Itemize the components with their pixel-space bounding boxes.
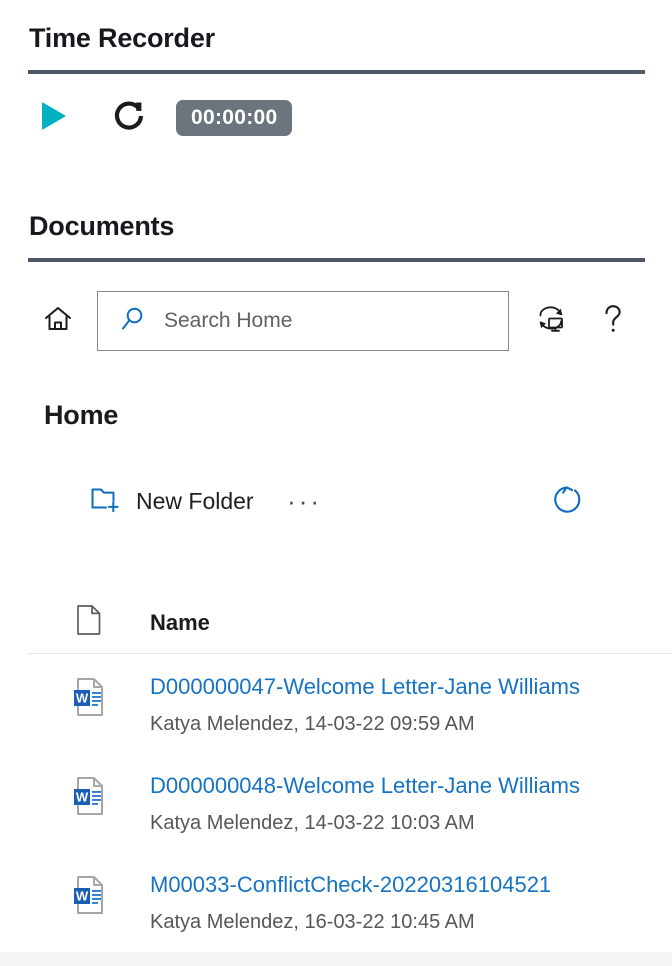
reset-icon [113, 98, 147, 139]
time-recorder-title: Time Recorder [29, 23, 215, 53]
file-list: W D000000047-Welcome Letter-Jane Williams… [28, 655, 672, 952]
app-root: Time Recorder 00:00:00 Documents Search … [0, 0, 672, 966]
word-document-icon: W [28, 853, 150, 915]
documents-toolbar [28, 285, 645, 357]
word-document-icon: W [28, 754, 150, 816]
search-input[interactable] [164, 309, 484, 333]
documents-divider [28, 258, 645, 262]
file-name-link[interactable]: D000000047-Welcome Letter-Jane Williams [150, 672, 580, 702]
play-icon [39, 100, 69, 137]
svg-text:W: W [76, 889, 89, 904]
column-header-name[interactable]: Name [150, 610, 210, 636]
command-bar: New Folder ··· [28, 475, 645, 527]
table-row[interactable]: W D000000047-Welcome Letter-Jane Williams… [28, 655, 672, 754]
file-meta: Katya Melendez, 16-03-22 10:45 AM [150, 911, 475, 933]
file-name-link[interactable]: D000000048-Welcome Letter-Jane Williams [150, 771, 580, 801]
svg-text:W: W [76, 790, 89, 805]
refresh-icon [553, 483, 585, 520]
breadcrumb[interactable]: Home [44, 400, 118, 431]
file-row-text: D000000048-Welcome Letter-Jane Williams K… [150, 754, 580, 836]
file-row-text: D000000047-Welcome Letter-Jane Williams K… [150, 655, 580, 737]
word-document-icon: W [28, 655, 150, 717]
reset-button[interactable] [104, 92, 156, 144]
file-meta: Katya Melendez, 14-03-22 10:03 AM [150, 812, 475, 834]
file-meta: Katya Melendez, 14-03-22 09:59 AM [150, 713, 475, 735]
file-list-header: Name [28, 592, 672, 654]
search-box[interactable] [97, 291, 509, 351]
new-folder-button[interactable]: New Folder [90, 478, 254, 524]
documents-title: Documents [29, 211, 175, 241]
time-recorder-divider [28, 70, 645, 74]
document-type-icon [76, 604, 102, 641]
search-icon [120, 306, 146, 337]
column-header-file-type[interactable] [28, 604, 150, 641]
play-button[interactable] [28, 92, 80, 144]
refresh-button[interactable] [547, 479, 591, 523]
new-folder-icon [90, 485, 120, 518]
file-row-text: M00033-ConflictCheck-20220316104521 Katya… [150, 853, 551, 935]
more-commands-button[interactable]: ··· [282, 478, 328, 524]
new-folder-label: New Folder [136, 487, 254, 514]
help-question-icon [601, 303, 625, 340]
sync-to-desktop-button[interactable] [531, 301, 571, 341]
bottom-band [0, 952, 672, 966]
svg-text:W: W [76, 691, 89, 706]
home-button[interactable] [36, 299, 80, 343]
sync-to-desktop-icon [535, 304, 567, 339]
timer-display: 00:00:00 [176, 100, 293, 136]
file-name-link[interactable]: M00033-ConflictCheck-20220316104521 [150, 870, 551, 900]
table-row[interactable]: W D000000048-Welcome Letter-Jane Williams… [28, 754, 672, 853]
help-button[interactable] [595, 301, 631, 341]
home-icon [43, 304, 73, 339]
table-row[interactable]: W M00033-ConflictCheck-20220316104521 Katy… [28, 853, 672, 952]
time-recorder-controls: 00:00:00 [28, 92, 645, 144]
